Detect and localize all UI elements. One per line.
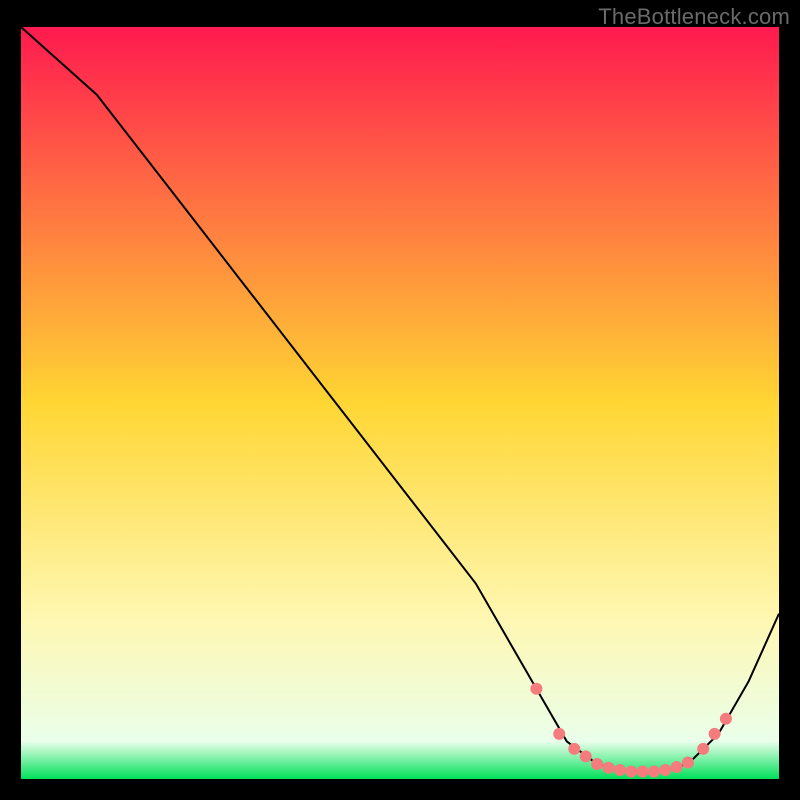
highlight-point: [709, 728, 721, 740]
highlight-point: [625, 766, 637, 778]
highlight-point: [603, 762, 615, 774]
highlight-point: [553, 728, 565, 740]
chart-frame: TheBottleneck.com: [0, 0, 800, 800]
watermark-text: TheBottleneck.com: [598, 4, 790, 30]
highlight-point: [568, 743, 580, 755]
highlight-point: [614, 764, 626, 776]
highlight-point: [580, 750, 592, 762]
plot-background: [21, 27, 779, 779]
highlight-point: [530, 683, 542, 695]
highlight-point: [637, 766, 649, 778]
highlight-point: [591, 758, 603, 770]
highlight-point: [648, 766, 660, 778]
chart-canvas: [0, 0, 800, 800]
highlight-point: [659, 764, 671, 776]
highlight-point: [682, 757, 694, 769]
highlight-point: [671, 761, 683, 773]
highlight-point: [720, 713, 732, 725]
highlight-point: [697, 743, 709, 755]
